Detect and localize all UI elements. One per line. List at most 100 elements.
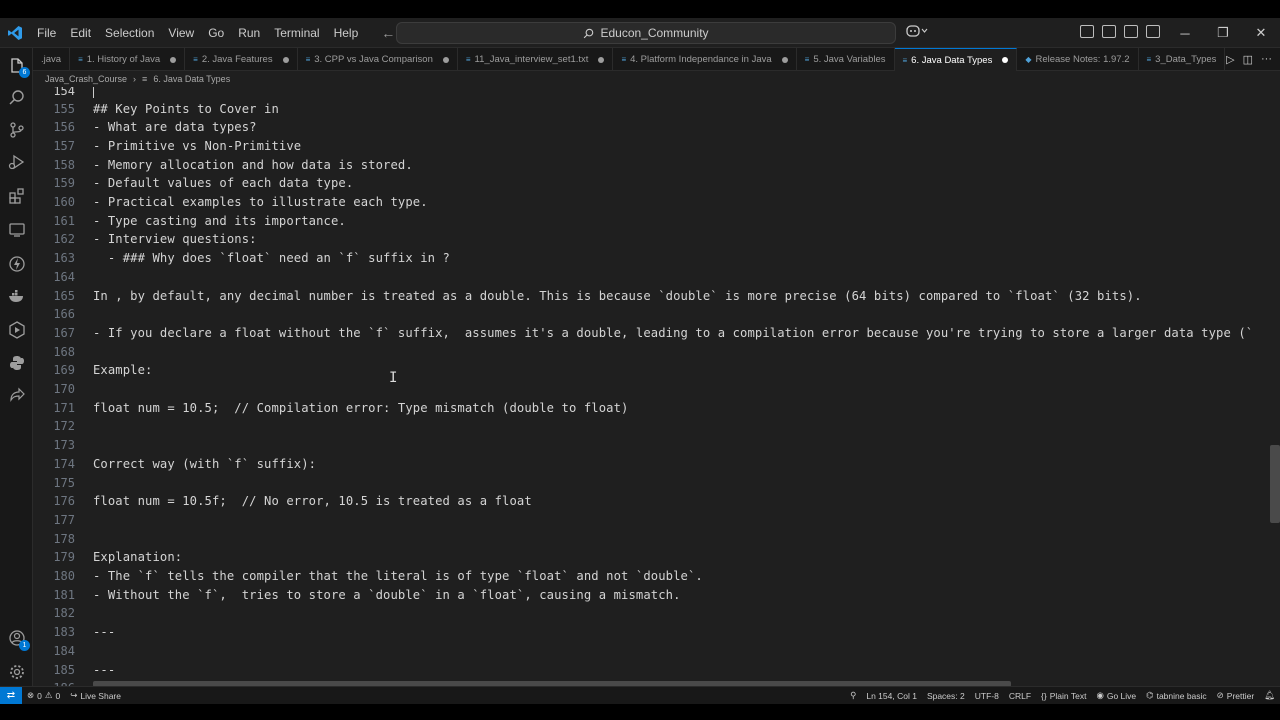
code-line[interactable]: 166	[33, 305, 1280, 324]
tab-platform-independance[interactable]: ≡ 4. Platform Independance in Java	[613, 48, 797, 71]
code-line[interactable]: 182	[33, 604, 1280, 623]
remote-indicator-icon[interactable]: ⇄	[0, 686, 22, 705]
toggle-auxiliary-sidebar-icon[interactable]	[1146, 25, 1160, 38]
live-share-icon[interactable]	[7, 386, 27, 406]
cursor-position[interactable]: Ln 154, Col 1	[861, 691, 922, 701]
editor[interactable]: 154 155 ## Key Points to Cover in 156 - Wh…	[33, 87, 1280, 686]
code-line[interactable]: 159 - Default values of each data type.	[33, 174, 1280, 193]
code-line[interactable]: 158 - Memory allocation and how data is s…	[33, 155, 1280, 174]
accounts-badge: 1	[19, 640, 30, 651]
back-arrow-icon[interactable]: ←	[381, 25, 395, 41]
menu-file[interactable]: File	[30, 18, 63, 48]
code-line[interactable]: 174 Correct way (with `f` suffix):	[33, 455, 1280, 474]
unsaved-dot-icon[interactable]	[781, 56, 788, 63]
testing-icon[interactable]	[7, 320, 27, 340]
code-line[interactable]: 161 - Type casting and its importance.	[33, 211, 1280, 230]
tab-data-types[interactable]: ≡ 3_Data_Types	[1139, 48, 1226, 71]
tabnine-status[interactable]: ⌬ tabnine basic	[1141, 690, 1212, 701]
prettier-button[interactable]: ⊘ Prettier	[1212, 690, 1260, 701]
code-line[interactable]: 181 - Without the `f`, tries to store a `…	[33, 585, 1280, 604]
code-line[interactable]: 165 In , by default, any decimal number i…	[33, 286, 1280, 305]
notifications-bell-icon[interactable]: 🔔︎	[1259, 690, 1280, 701]
breadcrumb-folder[interactable]: Java_Crash_Course	[45, 74, 127, 84]
code-line[interactable]: 184	[33, 642, 1280, 661]
unsaved-dot-icon[interactable]	[442, 56, 449, 63]
lightning-icon[interactable]	[7, 254, 27, 274]
code-line[interactable]: 183 ---	[33, 623, 1280, 642]
code-line[interactable]: 175	[33, 473, 1280, 492]
extensions-icon[interactable]	[7, 186, 27, 206]
code-line[interactable]: 169 Example:	[33, 361, 1280, 380]
problems-indicator[interactable]: ⊗ 0 ⚠ 0	[22, 690, 65, 701]
code-line[interactable]: 155 ## Key Points to Cover in	[33, 99, 1280, 118]
tab-java-variables[interactable]: ≡ 5. Java Variables	[797, 48, 895, 71]
code-line[interactable]: 162 - Interview questions:	[33, 230, 1280, 249]
source-control-icon[interactable]	[7, 120, 27, 140]
code-line[interactable]: 172	[33, 417, 1280, 436]
menu-terminal[interactable]: Terminal	[267, 18, 326, 48]
minimize-icon[interactable]: ─	[1166, 18, 1204, 48]
restore-icon[interactable]: ❐	[1204, 18, 1242, 48]
more-actions-icon[interactable]: ···	[1261, 53, 1272, 65]
code-line[interactable]: 178	[33, 529, 1280, 548]
menu-help[interactable]: Help	[327, 18, 366, 48]
tab-java-data-types[interactable]: ≡ 6. Java Data Types	[894, 48, 1018, 71]
encoding[interactable]: UTF-8	[970, 691, 1004, 701]
vertical-scrollbar[interactable]	[1270, 445, 1280, 523]
code-line[interactable]: 156 - What are data types?	[33, 118, 1280, 137]
menu-view[interactable]: View	[161, 18, 201, 48]
remote-explorer-icon[interactable]	[7, 220, 27, 240]
python-icon[interactable]	[7, 353, 27, 373]
unsaved-dot-icon[interactable]	[598, 56, 605, 63]
toggle-secondary-icon[interactable]	[1102, 25, 1116, 38]
code-line[interactable]: 163 - ### Why does `float` need an `f` s…	[33, 249, 1280, 268]
tab-cpp-vs-java[interactable]: ≡ 3. CPP vs Java Comparison	[298, 48, 458, 71]
menu-go[interactable]: Go	[201, 18, 231, 48]
toggle-panel-icon[interactable]	[1124, 25, 1138, 38]
code-line[interactable]: 164	[33, 268, 1280, 287]
code-line[interactable]: 157 - Primitive vs Non-Primitive	[33, 137, 1280, 156]
code-line[interactable]: 176 float num = 10.5f; // No error, 10.5 …	[33, 492, 1280, 511]
zoom-icon[interactable]: ⚲	[845, 690, 861, 701]
toggle-primary-sidebar-icon[interactable]	[1080, 25, 1094, 38]
manage-gear-icon[interactable]	[7, 662, 27, 682]
language-mode[interactable]: {} Plain Text	[1036, 691, 1091, 701]
split-editor-icon[interactable]: ◫	[1243, 53, 1253, 66]
code-line[interactable]: 167 - If you declare a float without the …	[33, 324, 1280, 343]
search-icon[interactable]	[7, 88, 27, 108]
line-number: 177	[53, 512, 75, 527]
breadcrumb-file[interactable]: 6. Java Data Types	[153, 74, 230, 84]
run-debug-icon[interactable]	[7, 152, 27, 172]
code-line[interactable]: 170	[33, 380, 1280, 399]
unsaved-dot-icon[interactable]	[282, 56, 289, 63]
code-line[interactable]: 168	[33, 342, 1280, 361]
menu-selection[interactable]: Selection	[98, 18, 161, 48]
tab-java-partial[interactable]: .java	[33, 48, 71, 71]
run-icon[interactable]: ▷	[1226, 53, 1234, 66]
code-line[interactable]: 160 - Practical examples to illustrate ea…	[33, 193, 1280, 212]
indentation[interactable]: Spaces: 2	[922, 691, 970, 701]
explorer-icon[interactable]: 6	[7, 56, 30, 78]
tab-interview-set1[interactable]: ≡ 11_Java_interview_set1.txt	[458, 48, 614, 71]
docker-icon[interactable]	[7, 286, 27, 306]
code-line[interactable]: 185 ---	[33, 660, 1280, 679]
end-of-line[interactable]: CRLF	[1004, 691, 1036, 701]
code-line[interactable]: 177	[33, 511, 1280, 530]
code-line[interactable]: 180 - The `f` tells the compiler that the…	[33, 567, 1280, 586]
menu-run[interactable]: Run	[231, 18, 267, 48]
unsaved-dot-icon[interactable]	[170, 56, 177, 63]
tab-history-of-java[interactable]: ≡ 1. History of Java	[70, 48, 186, 71]
go-live-button[interactable]: ◉ Go Live	[1091, 690, 1141, 701]
unsaved-dot-icon[interactable]	[1002, 57, 1009, 63]
code-line[interactable]: 179 Explanation:	[33, 548, 1280, 567]
copilot-icon[interactable]	[906, 24, 928, 41]
command-center-search[interactable]: Educon_Community	[396, 22, 896, 44]
tab-java-features[interactable]: ≡ 2. Java Features	[185, 48, 298, 71]
close-icon[interactable]: ✕	[1242, 18, 1280, 48]
code-line[interactable]: 171 float num = 10.5; // Compilation erro…	[33, 398, 1280, 417]
menu-edit[interactable]: Edit	[63, 18, 98, 48]
live-share-button[interactable]: ↪ Live Share	[65, 690, 126, 701]
tab-release-notes[interactable]: ◆ Release Notes: 1.97.2	[1017, 48, 1139, 71]
code-line[interactable]: 173	[33, 436, 1280, 455]
accounts-icon[interactable]: 1	[7, 628, 30, 651]
